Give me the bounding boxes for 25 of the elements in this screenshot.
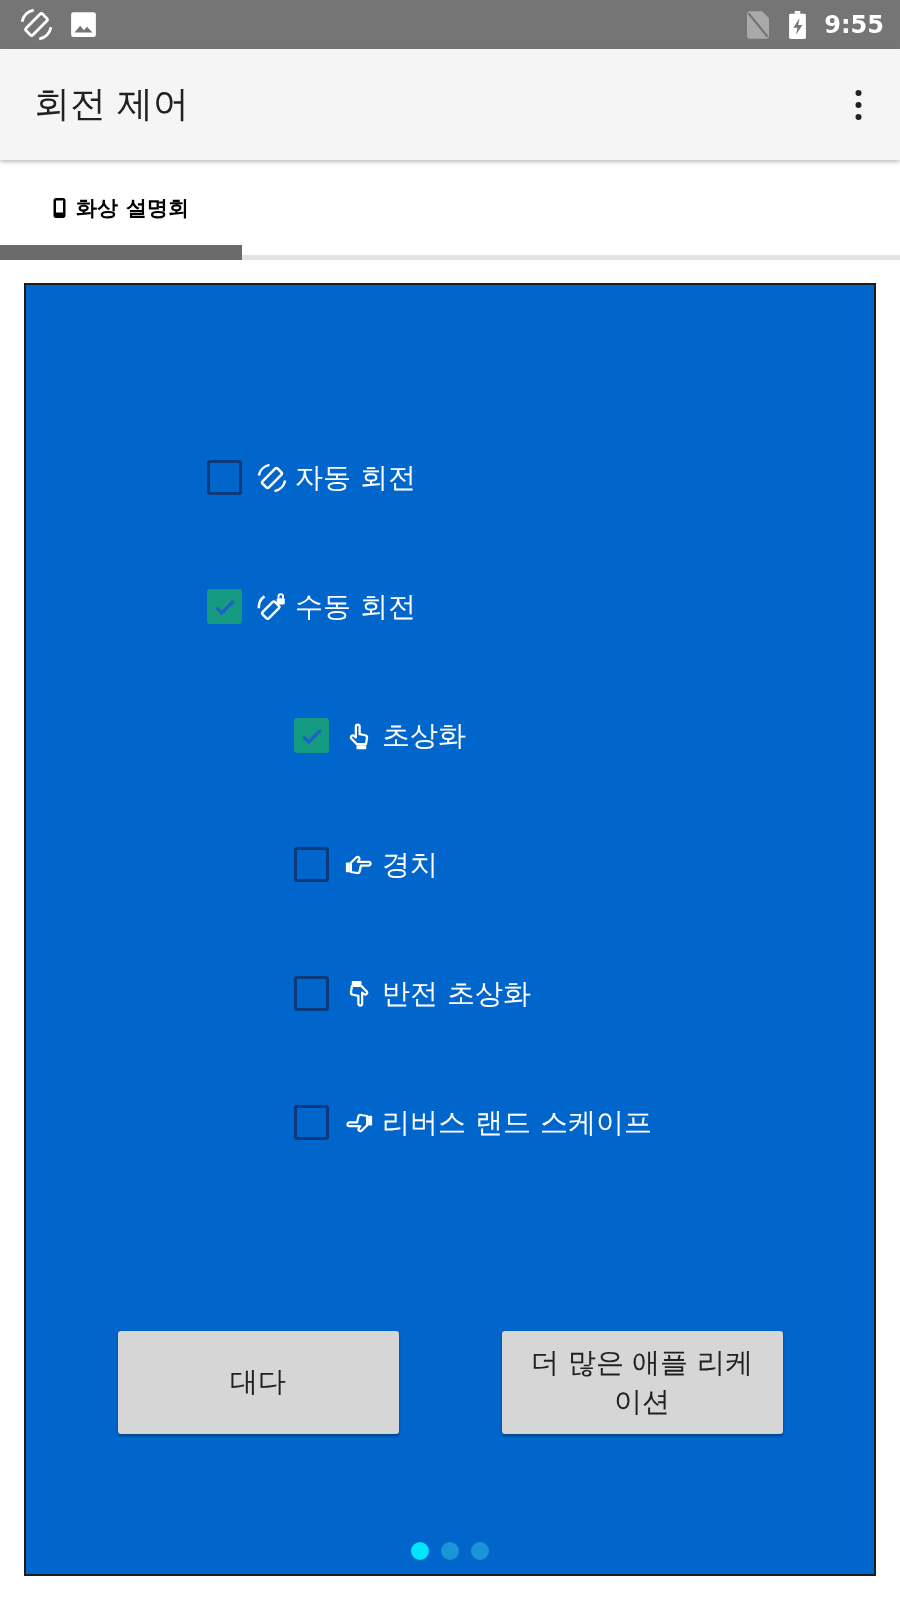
option-label: 반전 초상화 xyxy=(382,975,531,1012)
checkbox[interactable] xyxy=(294,847,329,882)
checkbox[interactable] xyxy=(207,460,242,495)
option-label: 경치 xyxy=(382,846,438,883)
app-title: 회전 제어 xyxy=(34,82,191,126)
option-label: 수동 회전 xyxy=(295,588,416,625)
image-icon xyxy=(70,11,97,38)
no-sim-icon xyxy=(747,10,770,39)
checkbox[interactable] xyxy=(294,976,329,1011)
checkbox[interactable] xyxy=(294,1105,329,1140)
option-label: 자동 회전 xyxy=(295,459,416,496)
rotation-lock-icon xyxy=(257,591,287,622)
status-time: 9:55 xyxy=(824,10,884,39)
screen-rotation-icon xyxy=(257,462,287,493)
checkbox[interactable] xyxy=(207,589,242,624)
tab[interactable]: 화상 설명회 xyxy=(0,160,242,260)
battery-charging-icon xyxy=(789,10,807,39)
option-label: 리버스 랜드 스케이프 xyxy=(382,1104,652,1141)
screen-rotation-icon xyxy=(20,8,53,41)
checkbox[interactable] xyxy=(294,718,329,753)
action-button[interactable]: 더 많은 애플 리케이션 xyxy=(501,1331,783,1434)
option-label: 초상화 xyxy=(382,717,466,754)
action-button[interactable]: 대다 xyxy=(117,1331,399,1434)
phone-icon xyxy=(53,198,67,218)
more-options-icon xyxy=(855,89,862,120)
